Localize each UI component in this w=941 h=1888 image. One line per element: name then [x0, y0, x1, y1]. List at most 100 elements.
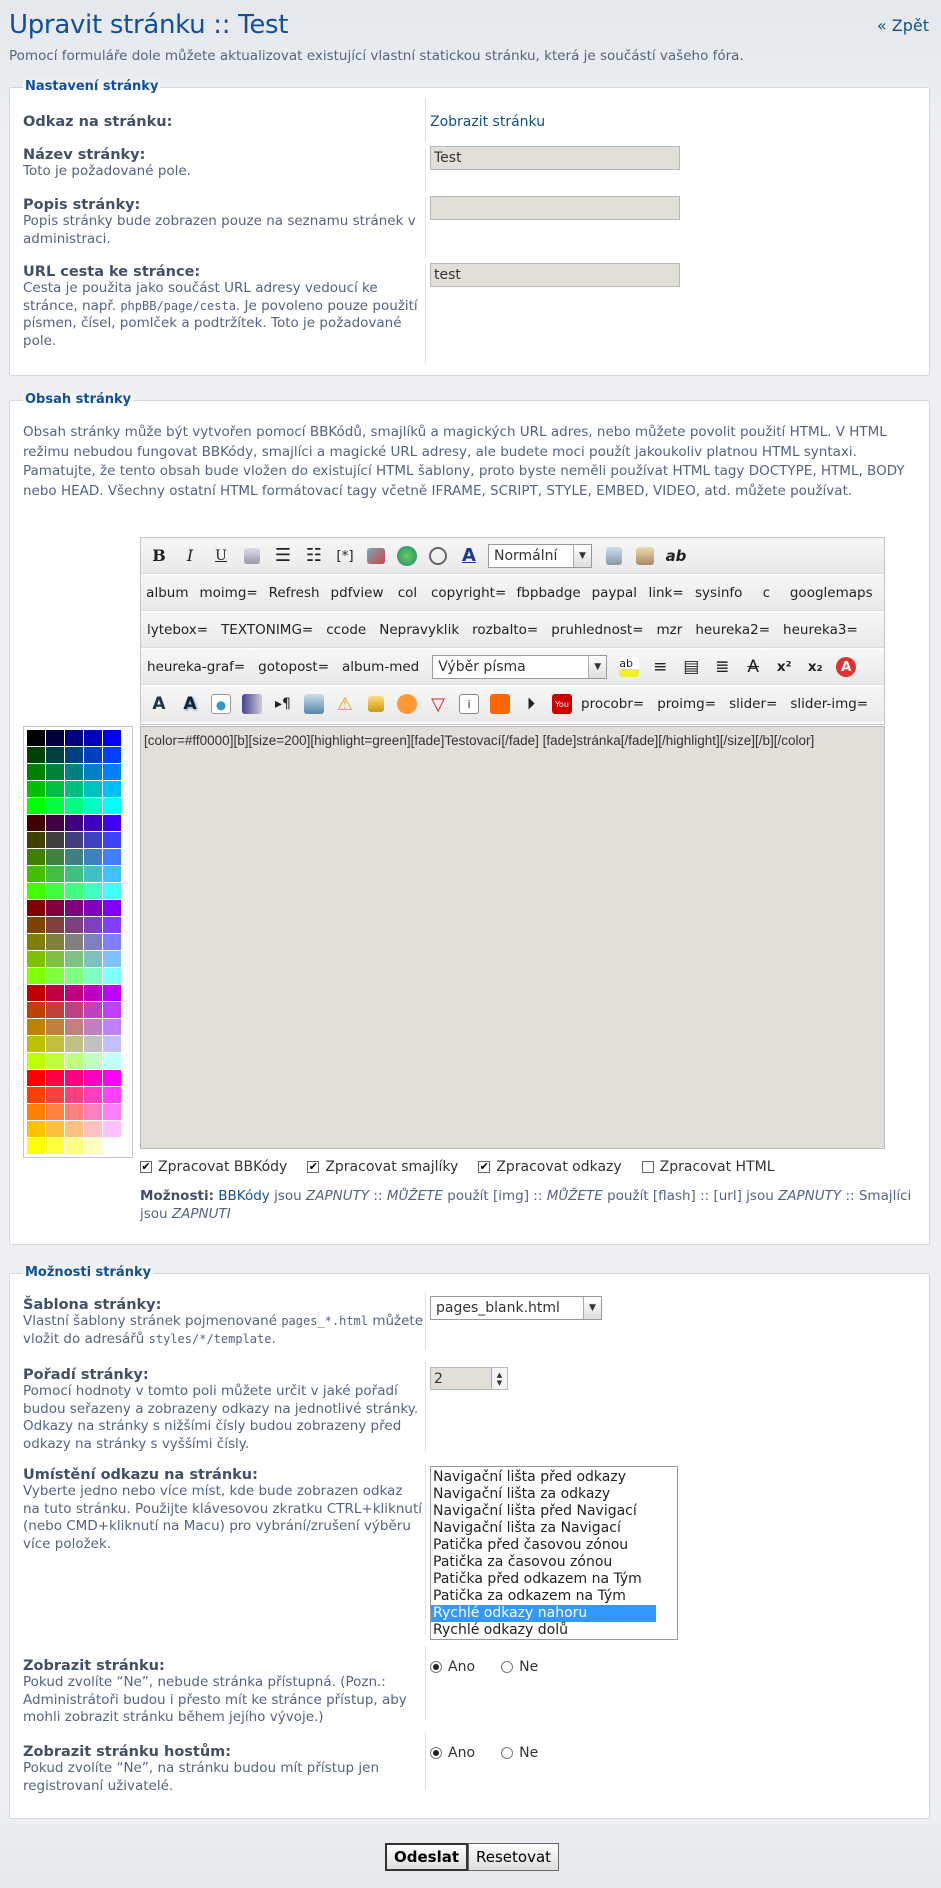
palette-swatch[interactable]	[84, 866, 102, 882]
location-option[interactable]: Patička za odkazem na Tým	[431, 1588, 656, 1605]
palette-swatch[interactable]	[84, 917, 102, 933]
bbcode-sysinfo-button[interactable]: sysinfo	[695, 581, 742, 605]
palette-swatch[interactable]	[46, 832, 64, 848]
order-stepper[interactable]: 2 ▲ ▼	[430, 1367, 508, 1390]
location-option[interactable]: Navigační lišta za odkazy	[431, 1486, 656, 1503]
palette-swatch[interactable]	[103, 900, 121, 916]
direction-button[interactable]: ▸¶	[271, 692, 295, 716]
palette-swatch[interactable]	[103, 1121, 121, 1137]
paste-button[interactable]	[633, 544, 657, 568]
palette-swatch[interactable]	[65, 1138, 83, 1154]
palette-swatch[interactable]	[65, 883, 83, 899]
quote-button[interactable]	[240, 544, 264, 568]
location-option[interactable]: Rychlé odkazy dolů	[431, 1622, 656, 1639]
palette-swatch[interactable]	[46, 1070, 64, 1086]
bbcode-heureka3-button[interactable]: heureka3=	[783, 618, 858, 642]
bbcode-heureka2-button[interactable]: heureka2=	[695, 618, 770, 642]
palette-swatch[interactable]	[46, 917, 64, 933]
palette-swatch[interactable]	[65, 747, 83, 763]
font-size-select[interactable]: Normální ▼	[488, 543, 592, 568]
list-button[interactable]: ☰	[271, 544, 295, 568]
bbcode-sliderimg-button[interactable]: slider-img=	[790, 692, 868, 716]
palette-swatch[interactable]	[84, 730, 102, 746]
highlight-button[interactable]: ab	[617, 655, 641, 679]
palette-swatch[interactable]	[46, 900, 64, 916]
parse-checkbox[interactable]: Zpracovat HTML	[641, 1159, 775, 1175]
palette-swatch[interactable]	[84, 781, 102, 797]
palette-swatch[interactable]	[27, 1121, 45, 1137]
palette-swatch[interactable]	[65, 1121, 83, 1137]
warning-button[interactable]: ⚠	[333, 692, 357, 716]
subscript-button[interactable]: x₂	[803, 655, 827, 679]
palette-swatch[interactable]	[103, 1104, 121, 1120]
palette-swatch[interactable]	[84, 934, 102, 950]
underline-button[interactable]: U	[209, 544, 233, 568]
palette-swatch[interactable]	[27, 985, 45, 1001]
palette-swatch[interactable]	[84, 883, 102, 899]
palette-swatch[interactable]	[84, 1087, 102, 1103]
palette-swatch[interactable]	[27, 832, 45, 848]
bbcode-mzr-button[interactable]: mzr	[657, 618, 683, 642]
palette-swatch[interactable]	[103, 934, 121, 950]
palette-swatch[interactable]	[103, 917, 121, 933]
palette-swatch[interactable]	[65, 1070, 83, 1086]
palette-swatch[interactable]	[84, 1070, 102, 1086]
palette-swatch[interactable]	[46, 985, 64, 1001]
youtube-button[interactable]: You	[550, 692, 574, 716]
location-option[interactable]: Navigační lišta před odkazy	[431, 1469, 656, 1486]
soundcloud-button[interactable]	[488, 692, 512, 716]
palette-swatch[interactable]	[46, 968, 64, 984]
palette-swatch[interactable]	[84, 815, 102, 831]
palette-swatch[interactable]	[103, 798, 121, 814]
palette-swatch[interactable]	[27, 968, 45, 984]
palette-swatch[interactable]	[103, 1087, 121, 1103]
palette-swatch[interactable]	[65, 1087, 83, 1103]
bbcode-procobr-button[interactable]: procobr=	[581, 692, 644, 716]
palette-swatch[interactable]	[84, 798, 102, 814]
palette-swatch[interactable]	[27, 764, 45, 780]
palette-swatch[interactable]	[65, 815, 83, 831]
alert-button[interactable]: ▽	[426, 692, 450, 716]
parse-checkbox[interactable]: ✔ Zpracovat BBKódy	[140, 1159, 287, 1175]
gradient-button[interactable]	[240, 692, 264, 716]
palette-swatch[interactable]	[84, 849, 102, 865]
bbcode-link-button[interactable]: link=	[648, 581, 683, 605]
lock-button[interactable]	[364, 692, 388, 716]
palette-swatch[interactable]	[46, 849, 64, 865]
palette-swatch[interactable]	[103, 951, 121, 967]
flash-button[interactable]	[426, 544, 450, 568]
palette-swatch[interactable]	[27, 1002, 45, 1018]
palette-swatch[interactable]	[27, 1053, 45, 1069]
bbcode-gotopost-button[interactable]: gotopost=	[258, 655, 329, 679]
palette-swatch[interactable]	[46, 1138, 64, 1154]
show-yes-radio[interactable]: Ano	[430, 1659, 475, 1675]
palette-swatch[interactable]	[84, 764, 102, 780]
palette-swatch[interactable]	[84, 1019, 102, 1035]
palette-swatch[interactable]	[65, 730, 83, 746]
palette-swatch[interactable]	[27, 917, 45, 933]
palette-swatch[interactable]	[65, 985, 83, 1001]
palette-swatch[interactable]	[27, 798, 45, 814]
palette-swatch[interactable]	[84, 985, 102, 1001]
palette-swatch[interactable]	[84, 1121, 102, 1137]
palette-swatch[interactable]	[65, 1053, 83, 1069]
content-editor[interactable]: [color=#ff0000][b][size=200][highlight=g…	[140, 726, 885, 1149]
palette-swatch[interactable]	[65, 1104, 83, 1120]
palette-swatch[interactable]	[103, 968, 121, 984]
bbcode-album-button[interactable]: album	[146, 581, 188, 605]
bbcode-albummed-button[interactable]: album-med	[342, 655, 419, 679]
back-link[interactable]: « Zpět	[877, 16, 929, 35]
palette-swatch[interactable]	[103, 1036, 121, 1052]
location-option[interactable]: Patička před odkazem na Tým	[431, 1571, 656, 1588]
page-url-input[interactable]	[430, 263, 680, 287]
bbcode-textonimg-button[interactable]: TEXTONIMG=	[221, 618, 313, 642]
bbcode-googlemaps-button[interactable]: googlemaps	[790, 581, 873, 605]
palette-swatch[interactable]	[46, 866, 64, 882]
palette-swatch[interactable]	[84, 1002, 102, 1018]
palette-swatch[interactable]	[46, 1036, 64, 1052]
palette-swatch[interactable]	[103, 747, 121, 763]
location-option[interactable]: Patička za časovou zónou	[431, 1554, 656, 1571]
url-button[interactable]	[395, 544, 419, 568]
align-justify-button[interactable]: ▤	[679, 655, 703, 679]
palette-swatch[interactable]	[27, 781, 45, 797]
